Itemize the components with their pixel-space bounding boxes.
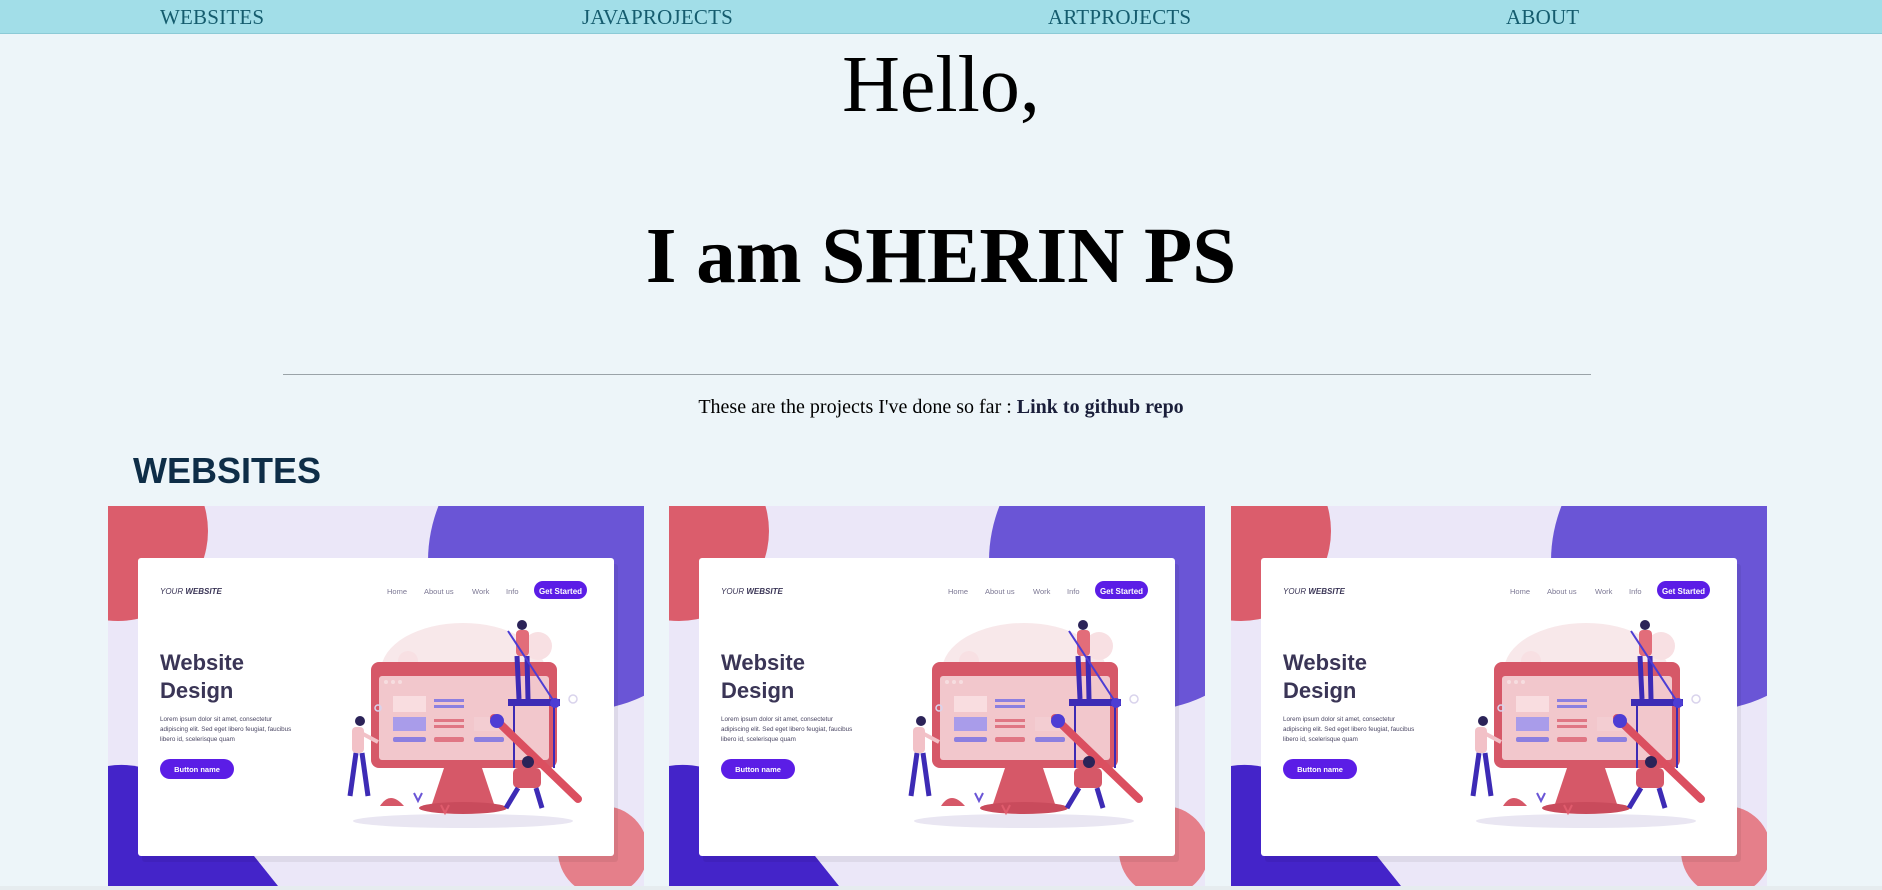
svg-text:Website: Website (721, 650, 805, 675)
project-card-1[interactable]: YOUR WEBSITE Home About us Work Info Get… (108, 506, 644, 886)
svg-text:Design: Design (1283, 678, 1356, 703)
projects-intro: These are the projects I've done so far … (0, 396, 1882, 419)
svg-text:Lorem ipsum dolor sit amet, co: Lorem ipsum dolor sit amet, consectetur (721, 716, 833, 723)
svg-text:libero id, scelerisque quam: libero id, scelerisque quam (1283, 736, 1358, 743)
hero-name: I am SHERIN PS (645, 213, 1237, 300)
website-design-thumbnail: YOUR WEBSITE Home About us Work Info Get… (1231, 506, 1767, 886)
svg-text:YOUR WEBSITE: YOUR WEBSITE (721, 587, 783, 596)
nav-link-javaprojects[interactable]: JAVAPROJECTS (582, 5, 733, 30)
svg-text:Info: Info (1629, 587, 1642, 596)
project-card-3[interactable]: YOUR WEBSITE Home About us Work Info Get… (1231, 506, 1767, 886)
svg-text:About us: About us (985, 587, 1015, 596)
hero-greeting: Hello, (842, 41, 1040, 129)
svg-text:libero id, scelerisque quam: libero id, scelerisque quam (721, 736, 796, 743)
svg-text:Get Started: Get Started (539, 587, 582, 596)
website-design-thumbnail: YOUR WEBSITE Home About us Work Info Get… (108, 506, 644, 886)
nav-link-websites[interactable]: WEBSITES (160, 5, 264, 30)
svg-text:Button name: Button name (735, 765, 781, 774)
svg-text:Get Started: Get Started (1662, 587, 1705, 596)
nav-link-about[interactable]: ABOUT (1506, 5, 1579, 30)
website-design-thumbnail: YOUR WEBSITE Home About us Work Info Get… (669, 506, 1205, 886)
top-navbar: WEBSITES JAVAPROJECTS ARTPROJECTS ABOUT (0, 0, 1882, 34)
svg-text:Design: Design (160, 678, 233, 703)
svg-text:Home: Home (948, 587, 968, 596)
svg-text:Info: Info (506, 587, 519, 596)
svg-text:Lorem ipsum dolor sit amet, co: Lorem ipsum dolor sit amet, consectetur (160, 716, 272, 723)
svg-text:adipiscing elit. Sed eget libe: adipiscing elit. Sed eget libero feugiat… (1283, 726, 1414, 733)
svg-text:About us: About us (424, 587, 454, 596)
svg-text:Design: Design (721, 678, 794, 703)
projects-intro-text: These are the projects I've done so far … (698, 396, 1017, 418)
svg-text:adipiscing elit. Sed eget libe: adipiscing elit. Sed eget libero feugiat… (721, 726, 852, 733)
svg-text:Home: Home (1510, 587, 1530, 596)
svg-text:YOUR WEBSITE: YOUR WEBSITE (1283, 587, 1345, 596)
svg-text:About us: About us (1547, 587, 1577, 596)
svg-text:Home: Home (387, 587, 407, 596)
svg-text:Button name: Button name (1297, 765, 1343, 774)
svg-text:YOUR WEBSITE: YOUR WEBSITE (160, 587, 222, 596)
svg-text:Work: Work (1595, 587, 1613, 596)
svg-text:adipiscing elit. Sed eget libe: adipiscing elit. Sed eget libero feugiat… (160, 726, 291, 733)
svg-text:Work: Work (1033, 587, 1051, 596)
section-title-websites: WEBSITES (133, 450, 322, 491)
divider (283, 374, 1591, 375)
svg-text:Lorem ipsum dolor sit amet, co: Lorem ipsum dolor sit amet, consectetur (1283, 716, 1395, 723)
svg-text:Button name: Button name (174, 765, 220, 774)
svg-text:libero id, scelerisque quam: libero id, scelerisque quam (160, 736, 235, 743)
github-repo-link[interactable]: Link to github repo (1017, 396, 1184, 418)
svg-text:Work: Work (472, 587, 490, 596)
nav-link-artprojects[interactable]: ARTPROJECTS (1048, 5, 1191, 30)
svg-text:Get Started: Get Started (1100, 587, 1143, 596)
svg-text:Info: Info (1067, 587, 1080, 596)
project-card-2[interactable]: YOUR WEBSITE Home About us Work Info Get… (669, 506, 1205, 886)
svg-text:Website: Website (1283, 650, 1367, 675)
page-bottom-edge (0, 886, 1882, 890)
svg-text:Website: Website (160, 650, 244, 675)
